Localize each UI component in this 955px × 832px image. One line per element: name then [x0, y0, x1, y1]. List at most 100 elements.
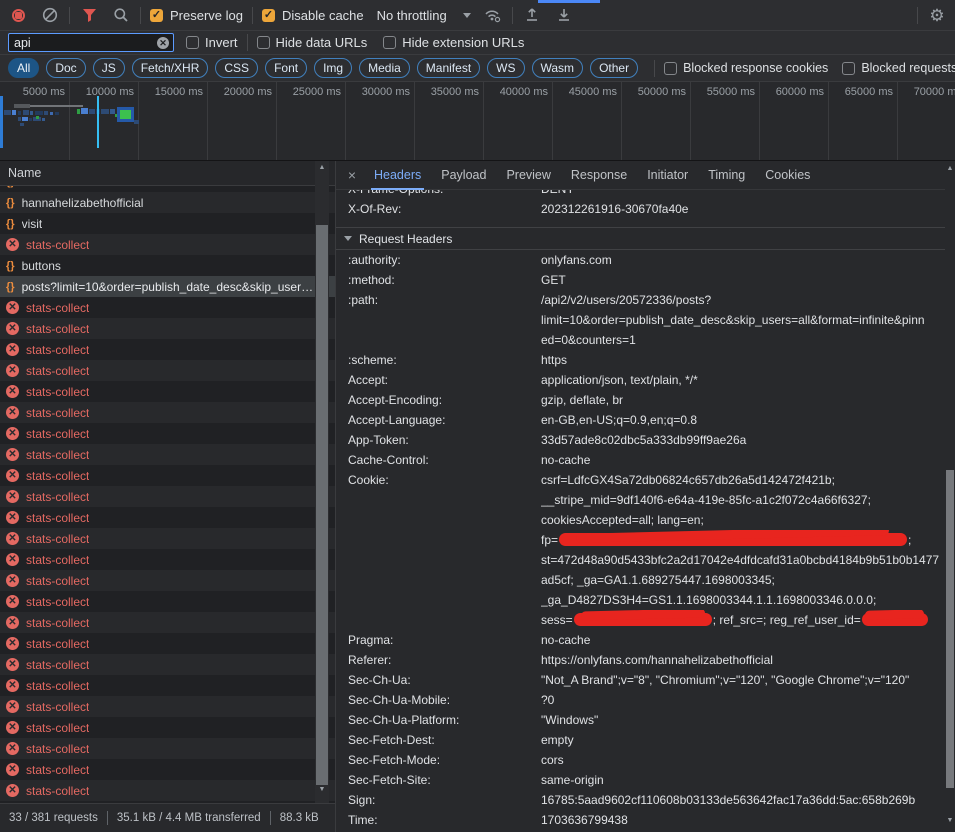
header-value: csrf=LdfcGX4Sa72db06824c657db26a5d142472… [541, 470, 955, 490]
tab-cookies[interactable]: Cookies [755, 161, 820, 190]
filter-pill-other[interactable]: Other [590, 58, 638, 78]
checkbox-label: Blocked requests [861, 61, 955, 75]
request-row[interactable]: ✕stats-collect [0, 234, 335, 255]
waterfall-bar [18, 111, 21, 115]
preserve-log-checkbox[interactable]: ✓ [150, 9, 163, 22]
header-value: empty [541, 730, 955, 750]
request-row[interactable]: ✕stats-collect [0, 738, 335, 759]
filter-pill-doc[interactable]: Doc [46, 58, 85, 78]
filter-pill-ws[interactable]: WS [487, 58, 524, 78]
header-row: X-Of-Rev: 202312261916-30670fa40e [336, 199, 955, 219]
request-headers-section[interactable]: Request Headers [336, 228, 955, 249]
export-har-button[interactable] [554, 5, 574, 25]
request-name: stats-collect [26, 511, 89, 525]
request-row[interactable]: ✕stats-collect [0, 633, 335, 654]
disable-cache-checkbox[interactable]: ✓ [262, 9, 275, 22]
request-row[interactable]: ✕stats-collect [0, 591, 335, 612]
invert-checkbox[interactable] [186, 36, 199, 49]
header-row: :path:/api2/v2/users/20572336/posts?limi… [336, 290, 955, 350]
blocked-icon: ✕ [6, 721, 19, 734]
tab-preview[interactable]: Preview [496, 161, 560, 190]
clear-button[interactable] [40, 5, 60, 25]
hide-extension-urls-checkbox[interactable] [383, 36, 396, 49]
request-row[interactable]: ✕stats-collect [0, 654, 335, 675]
request-list-scrollbar[interactable]: ▲ ▼ [315, 161, 329, 803]
waterfall-bar [35, 111, 43, 115]
filter-pill-manifest[interactable]: Manifest [417, 58, 480, 78]
filter-pill-js[interactable]: JS [93, 58, 125, 78]
throttling-select[interactable]: No throttling [377, 8, 447, 23]
tab-payload[interactable]: Payload [431, 161, 496, 190]
blocked-requests-checkbox[interactable] [842, 62, 855, 75]
request-row[interactable]: ✕stats-collect [0, 423, 335, 444]
name-column-header[interactable]: Name [0, 161, 335, 186]
request-row[interactable]: ✕stats-collect [0, 402, 335, 423]
close-icon[interactable]: × [340, 167, 364, 183]
request-row[interactable]: ✕stats-collect [0, 528, 335, 549]
request-row[interactable]: ✕stats-collect [0, 696, 335, 717]
request-row[interactable]: ✕stats-collect [0, 381, 335, 402]
import-har-button[interactable] [522, 5, 542, 25]
scrollbar-thumb[interactable] [946, 470, 954, 788]
filter-pill-font[interactable]: Font [265, 58, 307, 78]
chevron-down-icon[interactable] [463, 13, 471, 18]
network-conditions-button[interactable] [483, 5, 503, 25]
request-row[interactable]: ✕stats-collect [0, 318, 335, 339]
scroll-up-icon[interactable]: ▲ [315, 163, 329, 173]
scrollbar-thumb[interactable] [316, 225, 328, 785]
request-row[interactable]: ✕stats-collect [0, 444, 335, 465]
request-row[interactable]: ✕stats-collect [0, 759, 335, 780]
filter-input-box[interactable]: ✕ [8, 33, 174, 52]
record-button[interactable] [8, 5, 28, 25]
scroll-down-icon[interactable]: ▼ [945, 816, 955, 826]
request-row[interactable]: ✕stats-collect [0, 465, 335, 486]
header-key: Accept-Language: [348, 410, 541, 430]
request-row[interactable]: {}visit [0, 213, 335, 234]
request-row[interactable]: ✕stats-collect [0, 507, 335, 528]
header-key: Referer: [348, 650, 541, 670]
request-row[interactable]: ✕stats-collect [0, 549, 335, 570]
details-tab-bar: × HeadersPayloadPreviewResponseInitiator… [336, 161, 955, 190]
collapse-triangle-icon[interactable] [344, 236, 352, 241]
tab-headers[interactable]: Headers [364, 161, 431, 190]
hide-data-urls-checkbox[interactable] [257, 36, 270, 49]
filter-pill-all[interactable]: All [8, 58, 39, 78]
tab-initiator[interactable]: Initiator [637, 161, 698, 190]
filter-pill-css[interactable]: CSS [215, 58, 258, 78]
request-row[interactable]: ✕stats-collect [0, 486, 335, 507]
filter-pill-wasm[interactable]: Wasm [532, 58, 584, 78]
filter-pill-media[interactable]: Media [359, 58, 410, 78]
request-row[interactable]: ✕stats-collect [0, 360, 335, 381]
request-row[interactable]: {}buttons [0, 255, 335, 276]
settings-button[interactable]: ⚙ [927, 5, 947, 25]
request-row[interactable]: ✕stats-collect [0, 780, 335, 801]
network-overview-timeline[interactable]: 5000 ms10000 ms15000 ms20000 ms25000 ms3… [0, 82, 955, 161]
waterfall-bar [36, 116, 39, 119]
request-row[interactable]: ✕stats-collect [0, 612, 335, 633]
waterfall-bar [14, 104, 30, 108]
waterfall-bar [42, 118, 45, 121]
request-row[interactable]: {}hannahelizabethofficial [0, 192, 335, 213]
filter-pill-fetch-xhr[interactable]: Fetch/XHR [132, 58, 209, 78]
json-icon: {} [6, 218, 15, 230]
blocked-response-cookies-checkbox[interactable] [664, 62, 677, 75]
clear-filter-icon[interactable]: ✕ [157, 37, 169, 49]
request-row[interactable]: ✕stats-collect [0, 570, 335, 591]
scroll-down-icon[interactable]: ▼ [315, 785, 329, 795]
request-row[interactable]: ✕stats-collect [0, 717, 335, 738]
header-value: 33d57ade8c02dbc5a333db99ff9ae26a [541, 430, 955, 450]
filter-pill-img[interactable]: Img [314, 58, 352, 78]
tab-response[interactable]: Response [561, 161, 637, 190]
request-row[interactable]: {}posts?limit=10&order=publish_date_desc… [0, 276, 335, 297]
search-button[interactable] [111, 5, 131, 25]
request-row[interactable]: ✕stats-collect [0, 297, 335, 318]
filter-button[interactable] [79, 5, 99, 25]
request-row[interactable]: ✕stats-collect [0, 675, 335, 696]
json-icon: {} [6, 186, 15, 188]
request-name: stats-collect [26, 427, 89, 441]
scroll-up-icon[interactable]: ▲ [945, 164, 955, 174]
request-row[interactable]: ✕stats-collect [0, 339, 335, 360]
tab-timing[interactable]: Timing [698, 161, 755, 190]
details-scrollbar[interactable]: ▲ ▼ [945, 161, 955, 832]
filter-input[interactable] [14, 36, 157, 50]
